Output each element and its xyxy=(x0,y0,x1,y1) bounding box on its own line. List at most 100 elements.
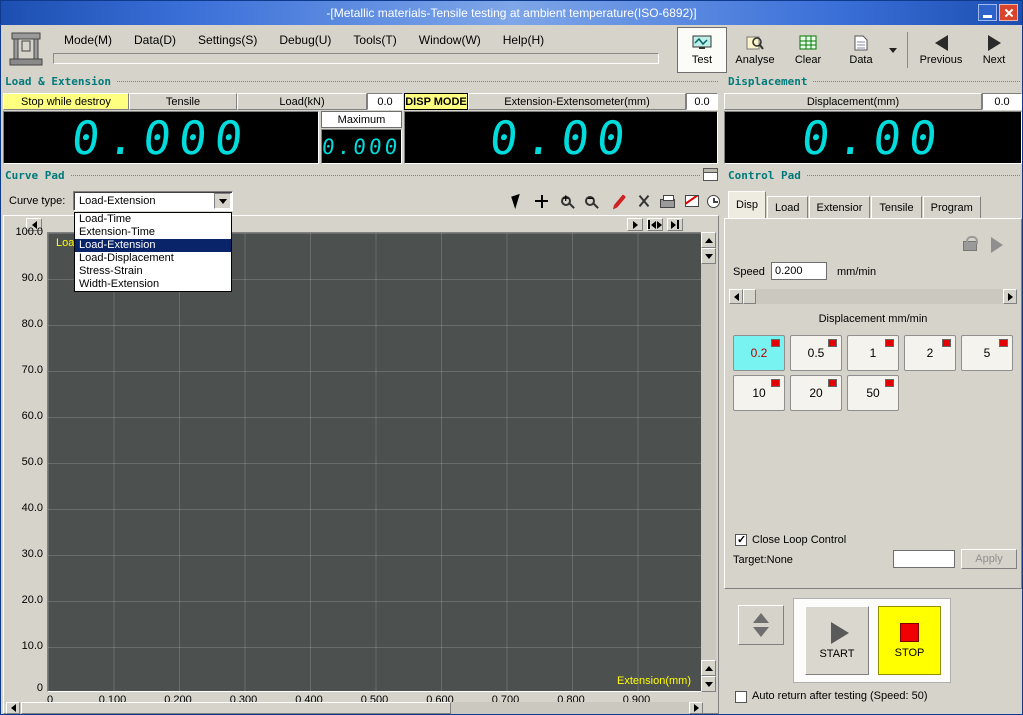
dropdown-option[interactable]: Load-Time xyxy=(75,213,231,226)
printer-icon xyxy=(660,199,675,208)
jog-up-down-button[interactable] xyxy=(738,605,784,645)
scroll-up-button[interactable] xyxy=(701,232,716,248)
app-window: -[Metallic materials-Tensile testing at … xyxy=(0,0,1023,715)
slider-left-button[interactable] xyxy=(729,289,743,304)
maximum-lcd-display: 0.000 xyxy=(321,129,402,164)
displacement-channel-label: Displacement(mm) xyxy=(724,93,982,110)
speed-label: Speed xyxy=(733,266,765,278)
speed-button-2[interactable]: 2 xyxy=(904,335,956,371)
speed-button-0.5[interactable]: 0.5 xyxy=(790,335,842,371)
speed-button-5[interactable]: 5 xyxy=(961,335,1013,371)
pen-icon xyxy=(613,194,625,207)
zoom-out-button[interactable] xyxy=(579,191,600,211)
test-button[interactable]: Test xyxy=(677,27,727,73)
x-axis-title: Extension(mm) xyxy=(617,675,691,687)
speed-button-10[interactable]: 10 xyxy=(733,375,785,411)
next-button[interactable]: Next xyxy=(969,27,1019,73)
print-button[interactable] xyxy=(657,191,678,211)
play-icon[interactable] xyxy=(991,237,1003,253)
stop-while-destroy-cell[interactable]: Stop while destroy xyxy=(3,93,129,110)
y-tick-label: 100.0 xyxy=(4,226,43,238)
analyse-button[interactable]: Analyse xyxy=(730,27,780,73)
tab-program[interactable]: Program xyxy=(923,196,981,218)
menu-bar: Mode(M) Data(D) Settings(S) Debug(U) Too… xyxy=(53,31,555,49)
vertical-scrollbar[interactable] xyxy=(701,232,716,692)
start-button[interactable]: START xyxy=(805,606,869,675)
crosshair-tool-button[interactable] xyxy=(531,191,552,211)
title-bar[interactable]: -[Metallic materials-Tensile testing at … xyxy=(1,1,1022,25)
speed-button-20[interactable]: 20 xyxy=(790,375,842,411)
new-window-icon[interactable] xyxy=(703,168,718,181)
dropdown-option[interactable]: Load-Displacement xyxy=(75,252,231,265)
close-loop-checkbox[interactable] xyxy=(735,534,747,546)
dropdown-option-selected[interactable]: Load-Extension xyxy=(75,239,231,252)
app-icon xyxy=(8,29,44,67)
close-button[interactable] xyxy=(999,4,1018,21)
data-dropdown-button[interactable] xyxy=(886,27,899,73)
tab-tensile[interactable]: Tensile xyxy=(871,196,921,218)
pan-right-button[interactable] xyxy=(627,218,643,231)
horizontal-scroll-thumb[interactable] xyxy=(21,702,451,714)
stop-button[interactable]: STOP xyxy=(878,606,941,675)
speed-input[interactable] xyxy=(771,262,827,280)
previous-arrow-icon xyxy=(935,35,948,51)
previous-button[interactable]: Previous xyxy=(916,27,966,73)
chevron-down-icon xyxy=(889,48,897,57)
speed-button-50[interactable]: 50 xyxy=(847,375,899,411)
data-document-icon xyxy=(854,35,868,51)
slider-thumb[interactable] xyxy=(743,289,756,304)
y-tick-label: 10.0 xyxy=(4,640,43,652)
y-tick-label: 50.0 xyxy=(4,456,43,468)
disp-mode-cell[interactable]: DISP MODE xyxy=(404,93,468,110)
combobox-dropdown-button[interactable] xyxy=(214,193,231,209)
pointer-tool-button[interactable] xyxy=(507,191,528,211)
scale-up-button[interactable] xyxy=(701,660,716,676)
menu-data[interactable]: Data(D) xyxy=(123,31,187,49)
go-end-button[interactable] xyxy=(667,218,683,231)
cut-tool-button[interactable] xyxy=(633,191,654,211)
menu-window[interactable]: Window(W) xyxy=(408,31,492,49)
data-button[interactable]: Data xyxy=(836,27,886,73)
chart-view-button[interactable] xyxy=(681,191,702,211)
speed-button-1[interactable]: 1 xyxy=(847,335,899,371)
zoom-in-button[interactable] xyxy=(555,191,576,211)
scroll-left-button[interactable] xyxy=(6,702,20,714)
dropdown-option[interactable]: Extension-Time xyxy=(75,226,231,239)
menu-tools[interactable]: Tools(T) xyxy=(342,31,407,49)
speed-slider[interactable] xyxy=(729,289,1017,304)
history-button[interactable] xyxy=(703,191,724,211)
curve-type-combobox[interactable]: Load-Extension xyxy=(73,191,233,211)
speed-button-0.2[interactable]: 0.2 xyxy=(733,335,785,371)
tab-disp[interactable]: Disp xyxy=(728,191,766,218)
y-tick-label: 20.0 xyxy=(4,594,43,606)
y-tick-label: 80.0 xyxy=(4,318,43,330)
cursor-icon xyxy=(511,193,524,208)
slider-right-button[interactable] xyxy=(1003,289,1017,304)
pen-tool-button[interactable] xyxy=(609,191,630,211)
tab-load[interactable]: Load xyxy=(767,196,807,218)
test-mode-cell[interactable]: Tensile xyxy=(129,93,237,110)
zoom-out-icon xyxy=(585,196,595,206)
minimize-button[interactable] xyxy=(978,4,997,21)
menu-settings[interactable]: Settings(S) xyxy=(187,31,268,49)
menu-help[interactable]: Help(H) xyxy=(492,31,555,49)
crosshair-icon xyxy=(535,195,548,208)
scroll-right-button[interactable] xyxy=(689,702,703,714)
scroll-down-button[interactable] xyxy=(701,248,716,264)
horizontal-scrollbar[interactable] xyxy=(6,702,703,714)
tab-extension[interactable]: Extensior xyxy=(809,196,871,218)
lock-icon[interactable] xyxy=(963,241,977,251)
scale-down-button[interactable] xyxy=(701,676,716,692)
dropdown-option[interactable]: Width-Extension xyxy=(75,278,231,291)
apply-button[interactable]: Apply xyxy=(961,549,1017,569)
menu-debug[interactable]: Debug(U) xyxy=(268,31,342,49)
target-input[interactable] xyxy=(893,550,955,568)
minimize-icon xyxy=(983,15,992,18)
auto-return-checkbox[interactable] xyxy=(735,691,747,703)
dropdown-option[interactable]: Stress-Strain xyxy=(75,265,231,278)
fit-width-button[interactable] xyxy=(647,218,663,231)
clear-button[interactable]: Clear xyxy=(783,27,833,73)
menu-mode[interactable]: Mode(M) xyxy=(53,31,123,49)
close-loop-label: Close Loop Control xyxy=(752,534,846,546)
displacement-panel-header: Displacement xyxy=(728,75,1020,88)
